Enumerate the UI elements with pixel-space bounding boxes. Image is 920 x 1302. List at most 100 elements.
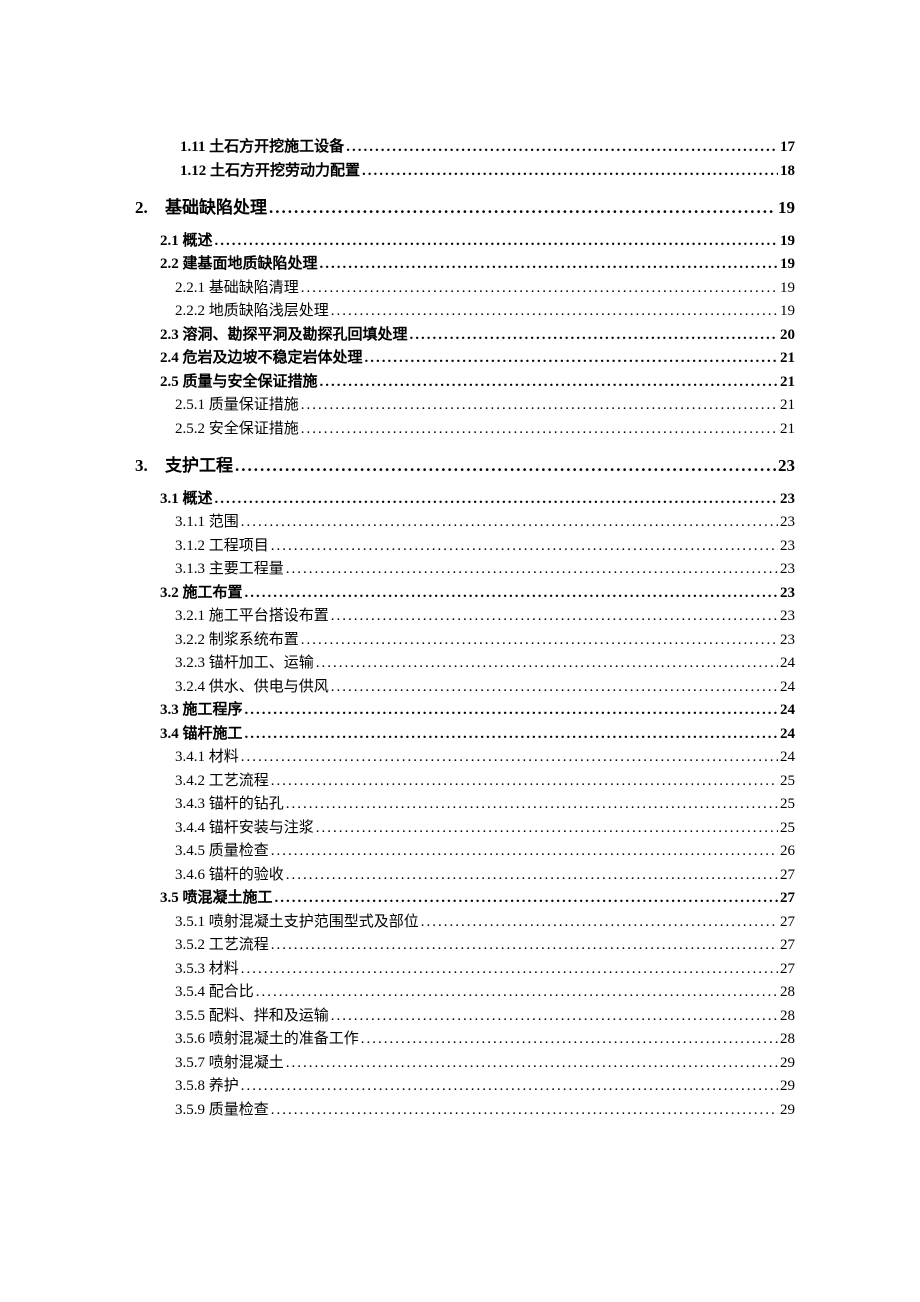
toc-entry[interactable]: 3.5.1 喷射混凝土支护范围型式及部位27 [175, 915, 795, 930]
toc-page-number: 23 [780, 609, 795, 624]
toc-page-number: 19 [780, 234, 795, 249]
toc-entry[interactable]: 3.4 锚杆施工24 [160, 727, 795, 742]
toc-entry[interactable]: 1.12 土石方开挖劳动力配置18 [180, 164, 795, 179]
toc-entry[interactable]: 3.2.2 制浆系统布置23 [175, 633, 795, 648]
toc-leader-dots [286, 797, 778, 812]
toc-page-number: 24 [780, 703, 795, 718]
toc-entry[interactable]: 2.4 危岩及边坡不稳定岩体处理21 [160, 351, 795, 366]
toc-page-number: 17 [780, 140, 795, 155]
toc-entry[interactable]: 3.2.3 锚杆加工、运输 24 [175, 656, 795, 671]
toc-label: 3.5.7 喷射混凝土 [175, 1056, 284, 1071]
toc-entry[interactable]: 3.5.3 材料27 [175, 962, 795, 977]
toc-label: 3.5.6 喷射混凝土的准备工作 [175, 1032, 359, 1047]
toc-leader-dots [245, 586, 778, 601]
toc-label: 3.4.3 锚杆的钻孔 [175, 797, 284, 812]
toc-page-number: 21 [780, 422, 795, 437]
toc-leader-dots [301, 422, 778, 437]
toc-leader-dots [215, 492, 778, 507]
toc-page-number: 23 [780, 539, 795, 554]
toc-label: 3.4.5 质量检查 [175, 844, 269, 859]
toc-leader-dots [271, 1103, 778, 1118]
toc-entry[interactable]: 3.4.1 材料24 [175, 750, 795, 765]
toc-leader-dots [320, 257, 778, 272]
toc-page-number: 19 [780, 281, 795, 296]
toc-page-number: 23 [780, 633, 795, 648]
toc-leader-dots [320, 375, 778, 390]
toc-label: 2.1 概述 [160, 234, 213, 249]
toc-leader-dots [346, 140, 778, 155]
toc-label: 3.5 喷混凝土施工 [160, 891, 273, 906]
toc-leader-dots [362, 164, 778, 179]
toc-entry[interactable]: 3.5.5 配料、拌和及运输28 [175, 1009, 795, 1024]
toc-label: 3.2.3 锚杆加工、运输 [175, 656, 314, 671]
toc-label: 3.3 施工程序 [160, 703, 243, 718]
toc-entry[interactable]: 2.5 质量与安全保证措施21 [160, 375, 795, 390]
toc-label: 3.5.5 配料、拌和及运输 [175, 1009, 329, 1024]
toc-entry[interactable]: 3.1 概述23 [160, 492, 795, 507]
toc-label: 3.5.9 质量检查 [175, 1103, 269, 1118]
toc-entry[interactable]: 3.5.2 工艺流程27 [175, 938, 795, 953]
toc-entry[interactable]: 3.2.4 供水、供电与供风24 [175, 680, 795, 695]
toc-entry[interactable]: 2.1 概述 19 [160, 234, 795, 249]
toc-label: 2.2 建基面地质缺陷处理 [160, 257, 318, 272]
toc-entry[interactable]: 3.5 喷混凝土施工27 [160, 891, 795, 906]
toc-entry[interactable]: 2.2.1 基础缺陷清理19 [175, 281, 795, 296]
toc-page-number: 23 [780, 562, 795, 577]
toc-label: 3.2.1 施工平台搭设布置 [175, 609, 329, 624]
toc-leader-dots [271, 774, 778, 789]
toc-page-number: 29 [780, 1056, 795, 1071]
toc-label: 3.5.8 养护 [175, 1079, 239, 1094]
toc-leader-dots [286, 1056, 778, 1071]
toc-leader-dots [286, 562, 778, 577]
toc-label: 3.4.4 锚杆安装与注浆 [175, 821, 314, 836]
toc-leader-dots [271, 539, 778, 554]
toc-entry[interactable]: 3.1.1 范围23 [175, 515, 795, 530]
toc-entry[interactable]: 3.5.8 养护29 [175, 1079, 795, 1094]
toc-entry[interactable]: 2.2 建基面地质缺陷处理19 [160, 257, 795, 272]
toc-entry[interactable]: 3.2.1 施工平台搭设布置 23 [175, 609, 795, 624]
toc-page-number: 23 [780, 515, 795, 530]
toc-page-number: 24 [780, 656, 795, 671]
toc-entry[interactable]: 3.5.6 喷射混凝土的准备工作28 [175, 1032, 795, 1047]
toc-entry[interactable]: 3.1.3 主要工程量23 [175, 562, 795, 577]
toc-entry[interactable]: 3.5.7 喷射混凝土 29 [175, 1056, 795, 1071]
toc-entry[interactable]: 3.4.2 工艺流程25 [175, 774, 795, 789]
toc-leader-dots [301, 281, 778, 296]
toc-label: 1.11 土石方开挖施工设备 [180, 140, 344, 155]
toc-leader-dots [301, 633, 778, 648]
toc-entry[interactable]: 3.4.5 质量检查26 [175, 844, 795, 859]
toc-leader-dots [331, 304, 778, 319]
toc-entry[interactable]: 3.5.4 配合比28 [175, 985, 795, 1000]
toc-entry[interactable]: 3.4.3 锚杆的钻孔25 [175, 797, 795, 812]
toc-leader-dots [410, 328, 778, 343]
toc-label: 2.2.2 地质缺陷浅层处理 [175, 304, 329, 319]
toc-leader-dots [235, 457, 776, 474]
toc-page-number: 27 [780, 962, 795, 977]
toc-leader-dots [316, 656, 778, 671]
toc-entry[interactable]: 2.3 溶洞、勘探平洞及勘探孔回填处理20 [160, 328, 795, 343]
toc-label: 2.4 危岩及边坡不稳定岩体处理 [160, 351, 363, 366]
toc-label: 2.5 质量与安全保证措施 [160, 375, 318, 390]
toc-leader-dots [241, 750, 778, 765]
toc-entry[interactable]: 1.11 土石方开挖施工设备 17 [180, 140, 795, 155]
toc-page-number: 19 [780, 304, 795, 319]
toc-page-number: 21 [780, 398, 795, 413]
toc-page-number: 25 [780, 774, 795, 789]
toc-entry[interactable]: 3.4.6 锚杆的验收27 [175, 868, 795, 883]
toc-entry[interactable]: 3.4.4 锚杆安装与注浆25 [175, 821, 795, 836]
toc-entry[interactable]: 2.5.1 质量保证措施 21 [175, 398, 795, 413]
toc-leader-dots [241, 1079, 778, 1094]
toc-label: 2.5.1 质量保证措施 [175, 398, 299, 413]
toc-leader-dots [331, 1009, 778, 1024]
toc-entry[interactable]: 3.支护工程23 [135, 457, 795, 474]
toc-entry[interactable]: 3.5.9 质量检查29 [175, 1103, 795, 1118]
toc-entry[interactable]: 2.5.2 安全保证措施21 [175, 422, 795, 437]
toc-entry[interactable]: 2.2.2 地质缺陷浅层处理 19 [175, 304, 795, 319]
toc-entry[interactable]: 3.3 施工程序 24 [160, 703, 795, 718]
toc-entry[interactable]: 3.2 施工布置23 [160, 586, 795, 601]
toc-entry[interactable]: 2.基础缺陷处理19 [135, 199, 795, 216]
toc-label: 3.5.2 工艺流程 [175, 938, 269, 953]
toc-leader-dots [241, 515, 778, 530]
toc-entry[interactable]: 3.1.2 工程项目23 [175, 539, 795, 554]
toc-page-number: 24 [780, 727, 795, 742]
